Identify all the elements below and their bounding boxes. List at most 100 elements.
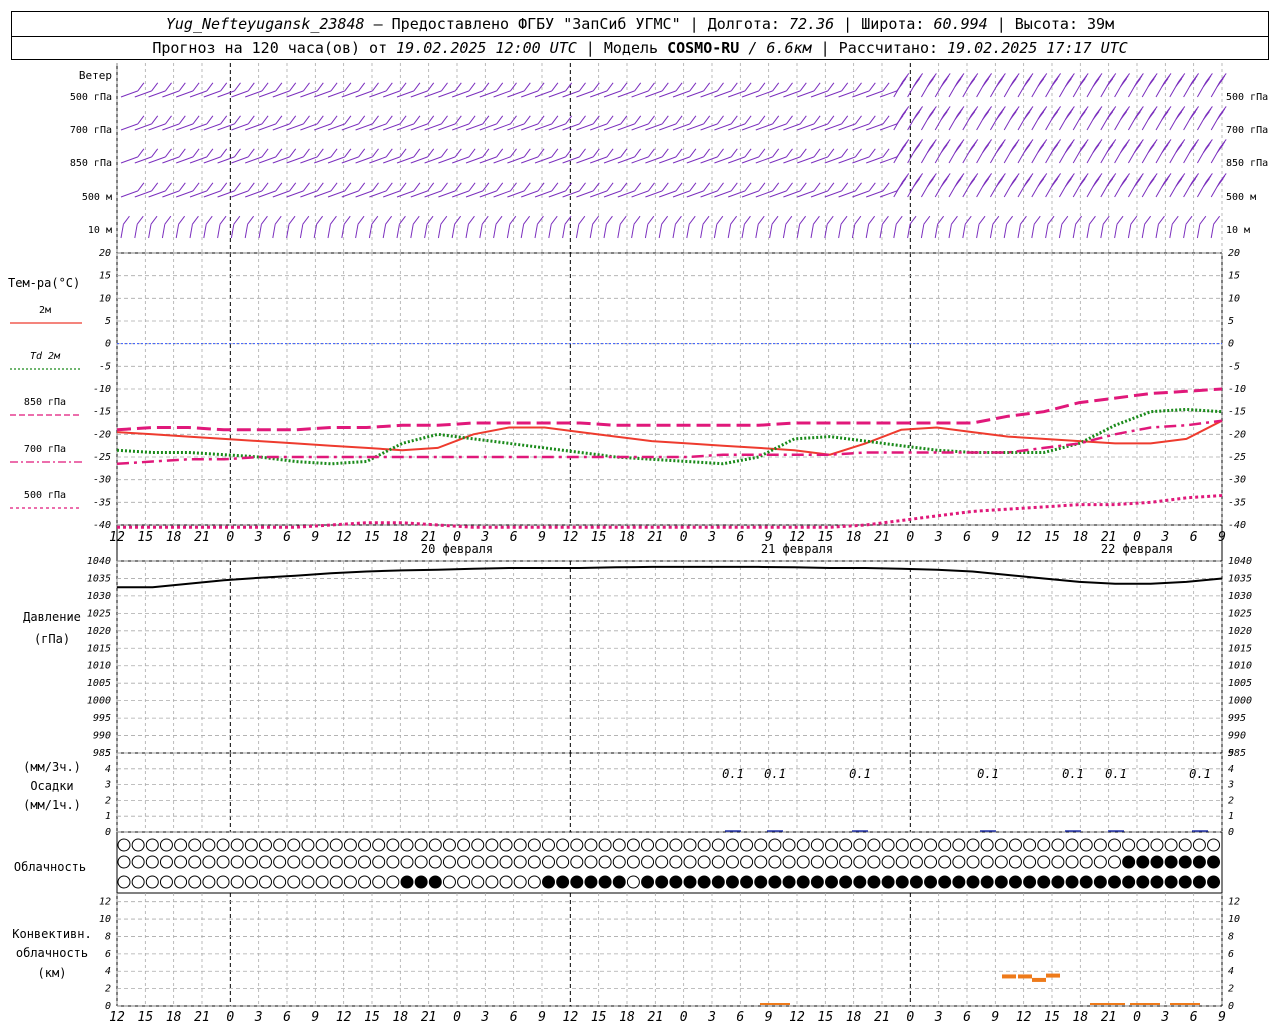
wind-barb — [120, 190, 139, 198]
temp-legend-label: 500 гПа — [24, 490, 66, 501]
cloud-cover-symbol — [994, 875, 1008, 889]
cloud-cover-symbol — [796, 838, 810, 852]
cloud-cover-symbol — [669, 838, 683, 852]
cloud-cover-symbol — [1192, 875, 1206, 889]
wind-barb — [286, 123, 304, 131]
cloud-cover-symbol — [895, 855, 909, 869]
wind-barb-flag — [606, 215, 613, 225]
wind-barb-flag — [482, 115, 490, 125]
wind-barb-flag — [703, 148, 711, 158]
wind-barb — [589, 224, 594, 239]
wind-barb — [134, 224, 138, 239]
wind-barb-flag — [385, 115, 393, 125]
wind-barb-flag — [1023, 78, 1031, 87]
x-tick-label: 6 — [963, 530, 971, 545]
wind-barb-flag — [454, 215, 462, 225]
wind-barb-flag — [454, 182, 462, 192]
cloud-cover-symbol — [1051, 855, 1065, 869]
cloud-cover-symbol — [938, 855, 952, 869]
wind-barb — [534, 224, 538, 239]
wind-barb — [852, 190, 870, 198]
y-tick-label-left: 2 — [105, 795, 111, 806]
wind-barb — [686, 156, 704, 164]
wind-barb — [230, 224, 235, 239]
wind-barb-flag — [786, 148, 793, 158]
wind-barb-flag — [151, 182, 159, 192]
wind-barb-flag — [744, 115, 752, 125]
y-tick-label-right: 1010 — [1228, 661, 1252, 672]
cloud-cover-symbol — [1122, 838, 1136, 852]
wind-barb-flag — [772, 82, 780, 92]
cloud-cover-symbol — [343, 875, 357, 889]
wind-barb-flag — [413, 115, 421, 125]
wind-barb — [700, 123, 718, 131]
wind-barb-flag — [964, 215, 972, 225]
y-tick-label-right: -25 — [1228, 452, 1246, 463]
wind-level-label-right: 10 м — [1226, 225, 1250, 236]
cloud-cover-symbol — [683, 875, 697, 889]
cloud-cover-symbol — [641, 855, 655, 869]
wind-barb-flag — [1051, 111, 1058, 120]
wind-barb — [520, 224, 525, 239]
x-tick-label: 21 — [421, 1010, 437, 1024]
wind-barb — [424, 156, 442, 164]
cloud-cover-symbol — [895, 875, 909, 889]
wind-barb — [162, 190, 180, 198]
y-tick-label-left: 6 — [105, 949, 111, 960]
wind-barb — [341, 123, 359, 131]
wind-barb — [1183, 224, 1187, 239]
wind-barb-flag — [675, 148, 683, 158]
wind-level-label-right: 850 гПа — [1226, 158, 1268, 169]
wind-barb — [824, 123, 842, 131]
wind-barb-flag — [771, 215, 779, 225]
cloud-cover-symbol — [1037, 875, 1051, 889]
wind-barb-flag — [1092, 78, 1100, 87]
wind-barb — [714, 90, 732, 98]
wind-barb — [355, 224, 359, 239]
wind-barb-flag — [247, 115, 255, 125]
wind-barb — [231, 190, 249, 198]
wind-barb-flag — [137, 115, 145, 125]
cloud-cover-symbol — [414, 855, 428, 869]
wind-barb-flag — [330, 82, 338, 92]
wind-barb-flag — [882, 115, 890, 125]
wind-barb-flag — [954, 178, 962, 187]
wind-barb — [714, 123, 732, 131]
wind-barb — [783, 90, 801, 98]
wind-barb — [162, 156, 180, 164]
wind-barb — [1114, 224, 1118, 239]
x-tick-label: 6 — [1190, 530, 1198, 545]
wind-barb-flag — [385, 82, 393, 92]
wind-barb-flag — [523, 182, 531, 192]
cloud-cover-symbol — [641, 875, 655, 889]
wind-barb-flag — [1189, 178, 1196, 187]
wind-barb-flag — [909, 215, 917, 225]
wind-barb-flag — [413, 148, 421, 158]
cloud-cover-symbol — [188, 855, 202, 869]
wind-barb — [176, 123, 194, 131]
wind-barb-flag — [927, 144, 934, 153]
y-tick-label-left: -20 — [93, 429, 111, 440]
wind-barb-flag — [827, 115, 835, 125]
cloud-cover-symbol — [117, 875, 131, 889]
y-tick-label-left: 5 — [105, 316, 111, 327]
date-label: 21 февраля — [761, 542, 833, 556]
wind-barb-flag — [730, 182, 738, 192]
precip-value-label: 0.1 — [1189, 767, 1211, 781]
wind-barb-flag — [786, 115, 793, 125]
wind-barb — [769, 224, 773, 239]
cloud-cover-symbol — [527, 855, 541, 869]
wind-barb-flag — [234, 82, 241, 92]
cloud-cover-symbol — [1192, 855, 1206, 869]
y-tick-label-right: 1030 — [1228, 591, 1252, 602]
wind-barb-flag — [758, 82, 766, 92]
wind-barb-flag — [1092, 144, 1100, 153]
date-label: 20 февраля — [421, 542, 493, 556]
wind-barb-flag — [289, 182, 297, 192]
wind-barb-flag — [854, 215, 862, 225]
wind-barb-flag — [840, 215, 848, 225]
x-tick-label: 18 — [1073, 1010, 1089, 1024]
wind-barb-flag — [413, 82, 421, 92]
wind-barb-flag — [551, 148, 559, 158]
wind-barb-flag — [537, 215, 544, 225]
